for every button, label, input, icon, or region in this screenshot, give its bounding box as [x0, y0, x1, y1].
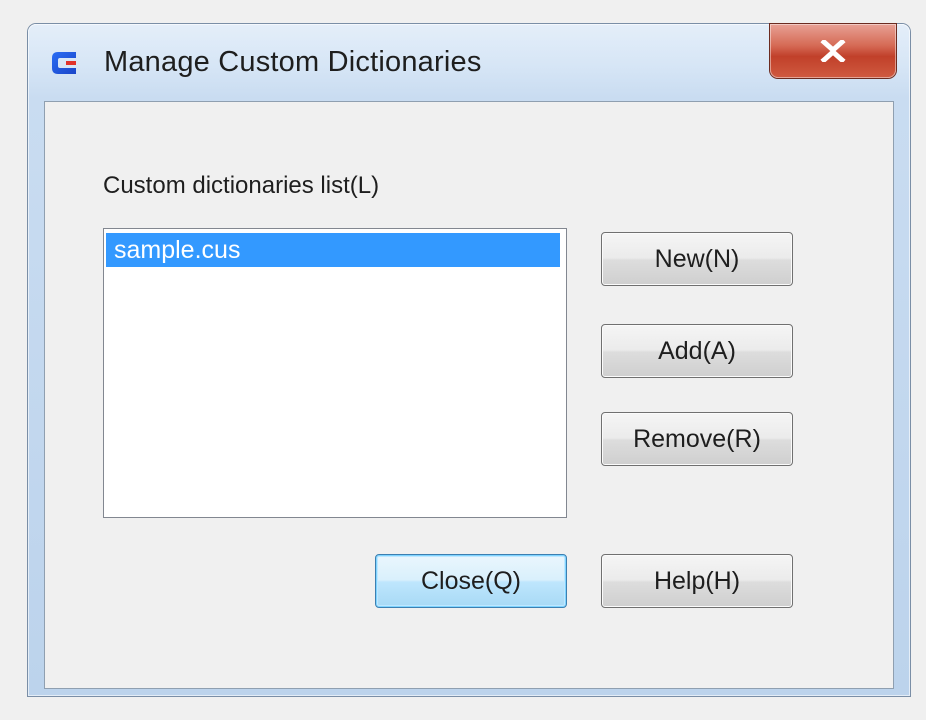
window-close-button[interactable]	[770, 24, 896, 78]
dictionaries-list-label: Custom dictionaries list(L)	[103, 172, 380, 199]
new-button[interactable]: New(N)	[601, 232, 793, 286]
remove-button[interactable]: Remove(R)	[601, 412, 793, 466]
dialog-client-area: Custom dictionaries list(L) sample.cus N…	[44, 101, 894, 689]
close-button[interactable]: Close(Q)	[375, 554, 567, 608]
add-button[interactable]: Add(A)	[601, 324, 793, 378]
title-bar[interactable]: Manage Custom Dictionaries	[28, 24, 910, 100]
help-button[interactable]: Help(H)	[601, 554, 793, 608]
dialog-window: Manage Custom Dictionaries Custom dictio…	[28, 24, 910, 696]
close-icon	[820, 40, 846, 62]
dictionaries-listbox[interactable]: sample.cus	[103, 228, 567, 518]
list-item[interactable]: sample.cus	[106, 233, 560, 267]
app-logo-icon	[46, 44, 84, 82]
window-title: Manage Custom Dictionaries	[104, 46, 482, 78]
